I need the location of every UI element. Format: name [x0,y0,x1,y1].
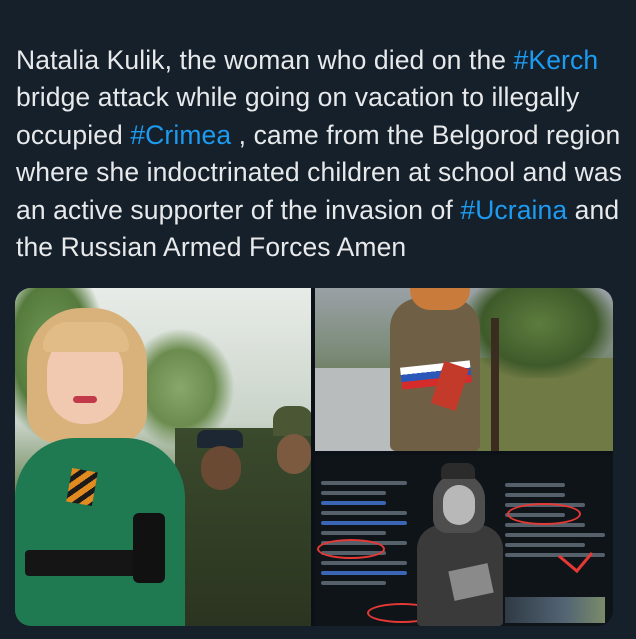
face-shape [443,485,475,525]
text-line [321,521,408,525]
tweet-media-grid [15,288,613,626]
media-photo-portrait[interactable] [15,288,311,626]
text-line [321,531,386,535]
text-line [505,533,605,537]
profile-info-panel [505,477,605,617]
black-bag [133,513,165,583]
hashtag-ucraina-link[interactable]: #Ucraina [460,195,567,225]
highlight-ring [507,503,581,525]
hair-shape [410,288,470,310]
tweet-text-segment: Natalia Kulik, the woman who died on the [16,44,514,75]
child-head [277,434,311,474]
hashtag-crimea-link[interactable]: #Crimea [130,120,231,150]
text-line [321,501,386,505]
text-line [321,481,408,485]
tree-trunk [491,318,499,451]
tweet-text: Natalia Kulik, the woman who died on the… [16,4,628,267]
text-line [505,493,565,497]
child-head [201,446,241,490]
cap-shape [273,406,311,436]
lips-shape [73,396,97,403]
text-line [321,491,386,495]
text-line [321,581,386,585]
hashtag-kerch-link[interactable]: #Kerch [514,45,599,75]
text-line [321,561,408,565]
media-photo-profile-collage[interactable] [315,455,613,626]
media-photo-uniform-flag[interactable] [315,288,613,451]
thumbnail-strip [505,597,605,623]
highlight-ring [317,539,385,559]
tree-shape [465,288,613,378]
text-line [321,511,408,515]
text-line [505,483,565,487]
cap-shape [441,463,475,479]
text-line [321,571,408,575]
bangs-shape [43,322,129,352]
